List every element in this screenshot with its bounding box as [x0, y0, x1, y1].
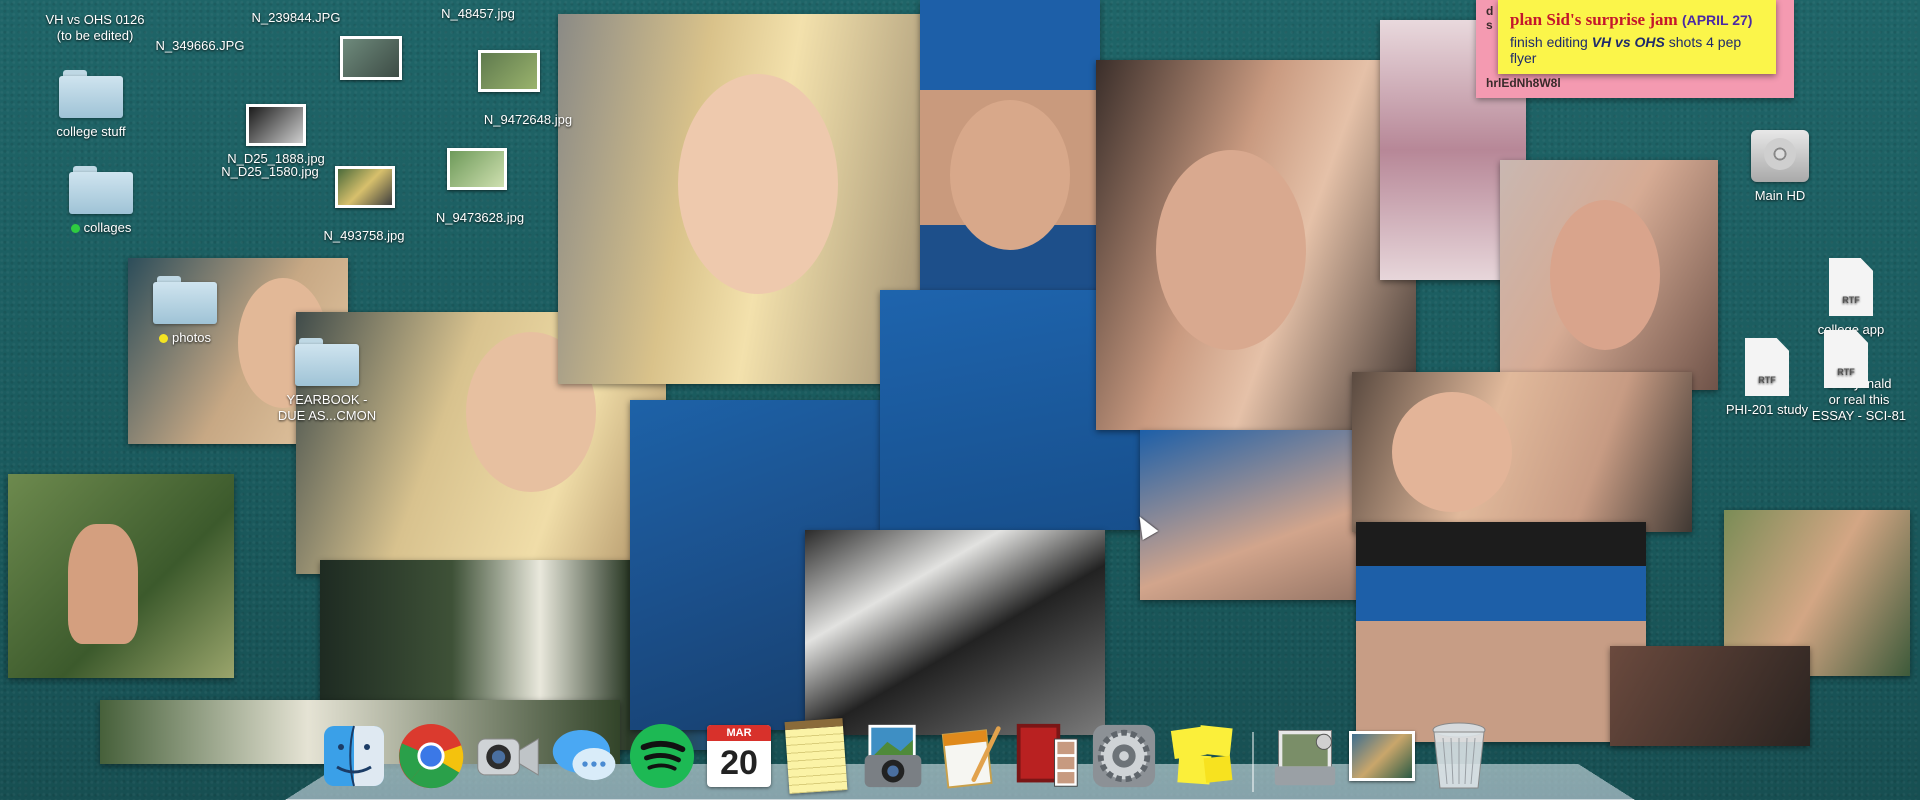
photo-thumbnail-icon — [340, 36, 402, 80]
image-file-n-48457[interactable]: N_48457.jpg — [418, 0, 538, 22]
dock-photo-booth[interactable] — [1013, 720, 1081, 792]
dock-pages[interactable] — [936, 720, 1004, 792]
collage-photo-skateboard — [805, 530, 1105, 735]
main-hd-disk[interactable]: Main HD — [1730, 130, 1830, 204]
sticky-pink-top-text: d s — [1486, 4, 1494, 32]
file-label: N_349666.JPG — [155, 38, 245, 53]
collage-photo-boy-grad — [920, 0, 1100, 300]
dock-facetime[interactable] — [474, 720, 542, 792]
trash-icon — [1432, 722, 1486, 789]
collage-photo-right-woman2 — [1352, 372, 1692, 532]
finder-icon — [324, 725, 384, 787]
spotify-icon — [629, 723, 695, 789]
calendar-icon: MAR 20 — [707, 725, 771, 787]
dock-separator — [1252, 732, 1254, 792]
calendar-month: MAR — [707, 725, 771, 741]
folder-label: photos — [130, 330, 240, 346]
folder-icon — [153, 276, 217, 324]
file-label: N_239844.JPG — [251, 10, 341, 25]
folder-icon — [295, 338, 359, 386]
file-label: N_493758.jpg — [323, 228, 405, 243]
image-file-n-d25-1580[interactable]: N_D25_1580.jpg — [200, 164, 340, 180]
preview-icon — [1274, 730, 1336, 786]
dock-calendar[interactable]: MAR 20 — [705, 720, 773, 792]
dock-messages[interactable] — [551, 720, 619, 792]
photo-thumbnail-icon — [335, 166, 395, 208]
rtf-college-app[interactable]: RTF college app — [1786, 258, 1916, 338]
collage-photo-right-grad — [1356, 522, 1646, 742]
folder-college-stuff[interactable]: college stuff — [36, 70, 146, 140]
sticky-task: finish editing VH vs OHS shots 4 pep fly… — [1510, 34, 1742, 66]
notes-icon — [784, 718, 848, 794]
iphoto-camera-icon — [864, 724, 922, 788]
file-label: N_48457.jpg — [441, 6, 515, 21]
folder-label: collages — [46, 220, 156, 236]
yellow-tag-icon — [158, 334, 168, 343]
facetime-camera-icon — [477, 738, 539, 776]
chrome-icon — [398, 723, 464, 789]
collage-photo-bottom-right — [1610, 646, 1810, 746]
file-label: N_9472648.jpg — [483, 112, 573, 127]
dock-notes[interactable] — [782, 718, 850, 794]
desktop: VH vs OHS 0126 (to be edited) N_239844.J… — [0, 0, 1920, 800]
gear-icon — [1092, 724, 1156, 788]
photo-thumbnail-icon — [246, 104, 306, 146]
image-file-n-493758-thumb[interactable] — [330, 166, 400, 213]
dock-system-preferences[interactable] — [1090, 720, 1158, 792]
photo-booth-icon — [1016, 723, 1078, 787]
collage-photo-left-peace — [8, 474, 234, 678]
folder-collages[interactable]: collages — [46, 166, 156, 236]
dock-downloads-stack[interactable] — [1348, 720, 1416, 792]
file-label: N_9473628.jpg — [435, 210, 525, 225]
dock: MAR 20 — [320, 712, 1493, 794]
rtf-document-icon: RTF — [1745, 338, 1789, 396]
sticky-pink-bottom-text: hrlEdNh8W8l — [1486, 76, 1561, 90]
disk-label: Main HD — [1754, 188, 1806, 203]
folder-label: college stuff — [56, 124, 126, 139]
image-file-n-493758[interactable]: N_493758.jpg — [294, 228, 434, 244]
folder-icon — [59, 70, 123, 118]
dock-stickies[interactable] — [1167, 720, 1235, 792]
image-file-n-9473628[interactable]: N_9473628.jpg — [410, 210, 550, 226]
folder-photos[interactable]: photos — [130, 276, 240, 346]
dock-iphoto[interactable] — [859, 720, 927, 792]
image-file-n-9473628-thumb[interactable] — [442, 148, 512, 195]
photo-thumbnail-icon — [447, 148, 507, 190]
folder-yearbook[interactable]: YEARBOOK - DUE AS...CMON — [262, 338, 392, 424]
hard-drive-icon — [1751, 130, 1809, 182]
file-label: N_D25_1580.jpg — [221, 164, 319, 179]
messages-bubble-icon — [552, 730, 616, 781]
pages-icon — [941, 726, 1001, 789]
rtf-document-icon: RTF — [1824, 330, 1868, 388]
collage-photo-right-woman — [1500, 160, 1718, 390]
calendar-day: 20 — [720, 744, 758, 782]
dock-preview[interactable] — [1271, 720, 1339, 792]
sticky-title: plan Sid's surprise jam (APRIL 27) — [1510, 10, 1753, 29]
folder-icon — [69, 166, 133, 214]
image-file-n-d25-1888[interactable]: N_D25_1888.jpg — [206, 104, 346, 167]
stickies-icon — [1170, 725, 1233, 785]
dock-chrome[interactable] — [397, 720, 465, 792]
sticky-note-yellow[interactable]: plan Sid's surprise jam (APRIL 27) finis… — [1498, 0, 1776, 74]
image-file-n-239844-thumb[interactable] — [336, 36, 406, 85]
rtf-document-icon: RTF — [1829, 258, 1873, 316]
image-file-n-239844[interactable]: N_239844.JPG — [236, 0, 356, 26]
folder-label: YEARBOOK - DUE AS...CMON — [277, 392, 377, 423]
rtf-essay-final[interactable]: RTF essayfinald or real this ESSAY - SCI… — [1800, 330, 1918, 424]
image-file-n-349666[interactable]: N_349666.JPG — [140, 38, 260, 54]
dock-finder[interactable] — [320, 720, 388, 792]
green-tag-icon — [70, 224, 80, 233]
dock-spotify[interactable] — [628, 720, 696, 792]
dock-trash[interactable] — [1425, 720, 1493, 792]
image-file-n-9472648[interactable]: N_9472648.jpg — [458, 82, 598, 128]
stack-photo-icon — [1349, 731, 1415, 781]
